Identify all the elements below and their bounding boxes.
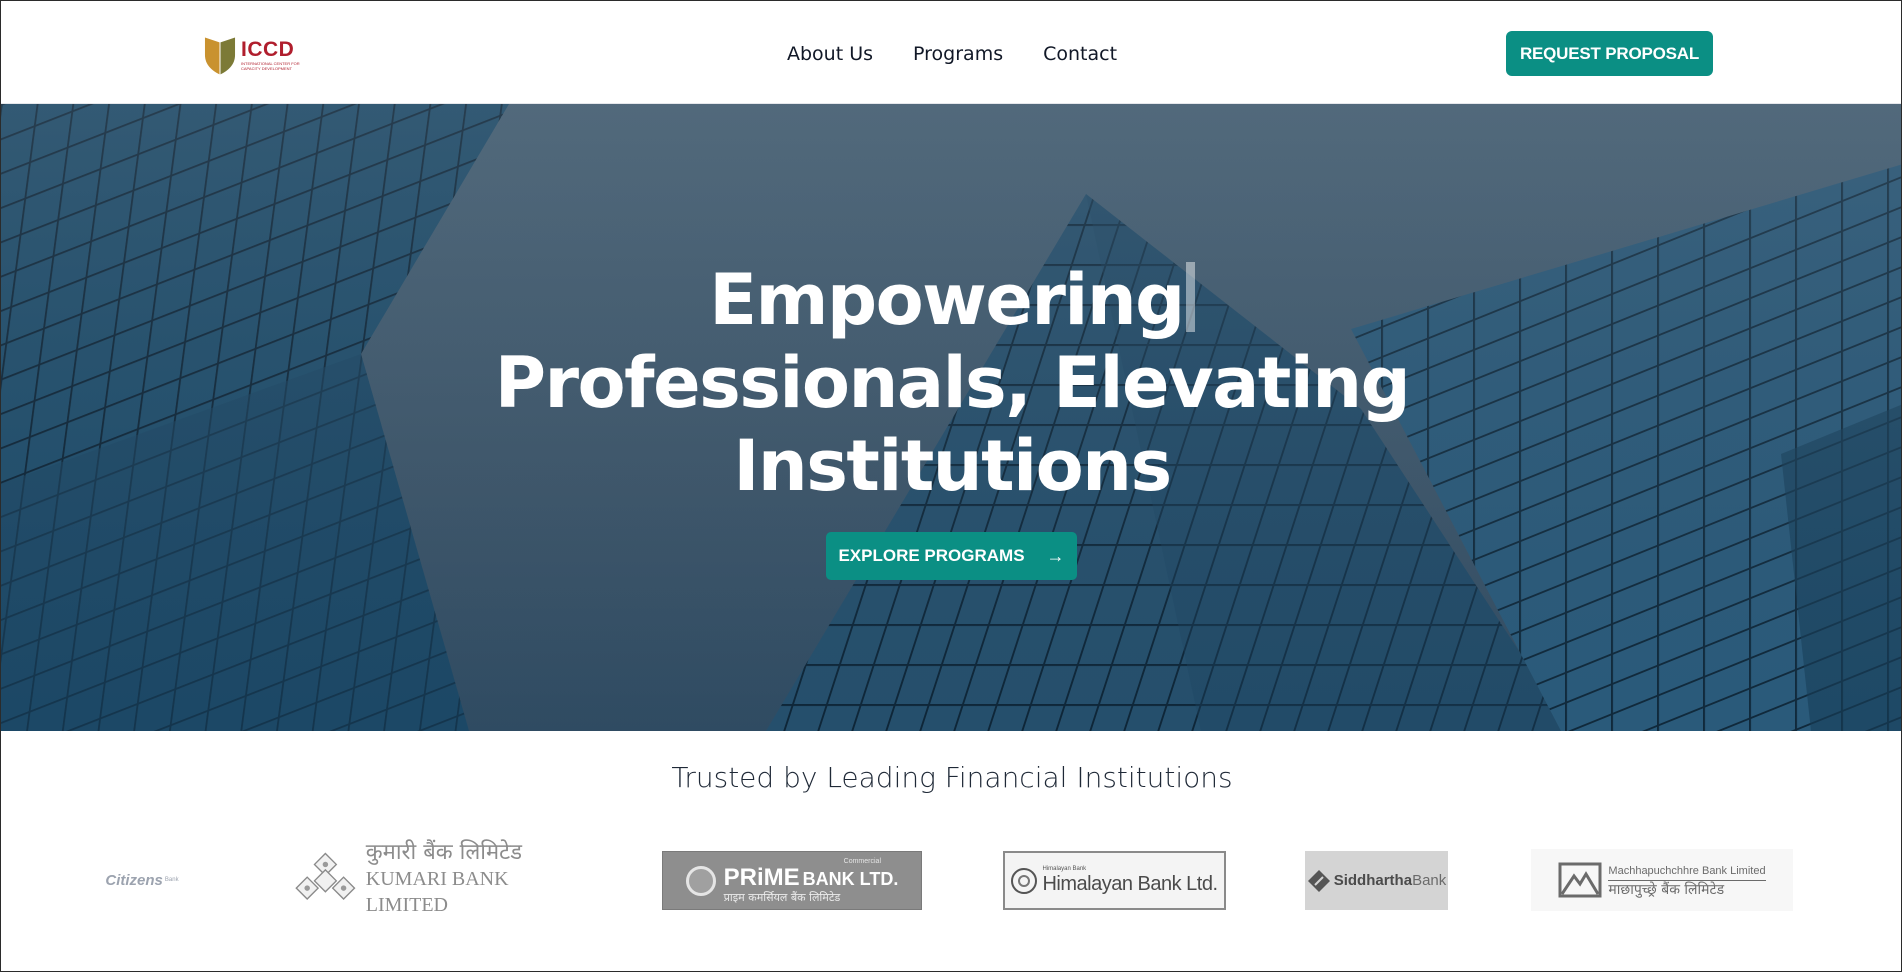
bank-name: Himalayan Bank Ltd. <box>1042 873 1218 895</box>
himalayan-text: Himalayan Bank Himalayan Bank Ltd. <box>1042 865 1218 896</box>
bank-subname: KUMARI BANK LIMITED <box>365 868 509 916</box>
explore-programs-label: EXPLORE PROGRAMS <box>838 546 1025 565</box>
bank-subname: माछापुच्छ्रे बैंक लिमिटेड <box>1608 881 1725 898</box>
main-nav: About Us Programs Contact <box>787 39 1157 69</box>
page: ICCD INTERNATIONAL CENTER FOR CAPACITY D… <box>0 0 1902 972</box>
kumari-text: कुमारी बैंक लिमिटेड KUMARI BANK LIMITED <box>366 840 575 918</box>
hero-title: Empowering Professionals, Elevating Inst… <box>451 259 1453 508</box>
hero-title-line-1: Empowering <box>709 259 1185 341</box>
hero-title-line-2: Professionals, Elevating <box>494 342 1411 424</box>
trusted-title: Trusted by Leading Financial Institution… <box>671 761 1233 794</box>
nav-contact[interactable]: Contact <box>1043 43 1117 65</box>
bank-logo-kumari: कुमारी बैंक लिमिटेड KUMARI BANK LIMITED <box>289 840 575 916</box>
bank-suffix: Bank <box>1412 872 1447 889</box>
logo-subtitle: INTERNATIONAL CENTER FOR CAPACITY DEVELO… <box>241 61 300 71</box>
kumari-diamond-icon <box>295 852 356 900</box>
mountain-icon <box>1558 862 1602 898</box>
explore-programs-button[interactable]: EXPLORE PROGRAMS → <box>826 532 1077 580</box>
bank-name: Machhapuchchhre Bank Limited <box>1608 862 1766 881</box>
bank-suffix: Bank <box>164 877 179 883</box>
bank-logo-strip: Citizens Bank कुमारी बैंक लिमिटेड KUMARI… <box>1 840 1901 916</box>
siddhartha-leaf-icon <box>1307 869 1330 892</box>
bank-name: PRiME <box>723 863 800 891</box>
bank-logo-citizens: Citizens Bank <box>101 868 183 892</box>
bank-name: कुमारी बैंक लिमिटेड <box>365 840 522 865</box>
himalayan-emblem-icon <box>1011 867 1038 894</box>
bank-name: Siddhartha <box>1333 872 1413 889</box>
bank-name: Citizens <box>105 871 163 889</box>
machhapuchchhre-text: Machhapuchchhre Bank Limited माछापुच्छ्र… <box>1608 862 1766 899</box>
prime-globe-icon <box>685 865 716 896</box>
bank-logo-prime: Commercial PRiME BANK LTD. प्राइम कमर्सि… <box>662 851 922 910</box>
bank-subname: प्राइम कमर्सियल बैंक लिमिटेड <box>723 890 841 904</box>
logo-shield-icon <box>204 37 236 75</box>
nav-programs[interactable]: Programs <box>913 43 1003 65</box>
logo-name: ICCD <box>241 38 295 61</box>
bank-logo-siddhartha: Siddhartha Bank <box>1305 851 1448 910</box>
typing-caret <box>1185 262 1195 332</box>
prime-title-row: PRiME BANK LTD. <box>723 863 899 891</box>
himalayan-tag: Himalayan Bank <box>1042 866 1087 872</box>
nav-about-us[interactable]: About Us <box>787 43 873 65</box>
brand-logo[interactable]: ICCD INTERNATIONAL CENTER FOR CAPACITY D… <box>204 33 309 77</box>
page-content: ICCD INTERNATIONAL CENTER FOR CAPACITY D… <box>1 1 1901 971</box>
bank-logo-machhapuchchhre: Machhapuchchhre Bank Limited माछापुच्छ्र… <box>1531 849 1793 911</box>
logo-text: ICCD INTERNATIONAL CENTER FOR CAPACITY D… <box>241 38 309 72</box>
hero-section: Empowering Professionals, Elevating Inst… <box>1 104 1901 731</box>
hero-title-line-3: Institutions <box>733 425 1172 507</box>
arrow-right-icon: → <box>1046 545 1065 566</box>
site-header: ICCD INTERNATIONAL CENTER FOR CAPACITY D… <box>1 1 1901 104</box>
prime-text: Commercial PRiME BANK LTD. प्राइम कमर्सि… <box>724 858 899 904</box>
prime-tag: Commercial <box>843 857 881 865</box>
bank-suffix: BANK LTD. <box>802 868 899 889</box>
bank-logo-himalayan: Himalayan Bank Himalayan Bank Ltd. <box>1003 851 1226 910</box>
request-proposal-button[interactable]: REQUEST PROPOSAL <box>1506 31 1713 76</box>
